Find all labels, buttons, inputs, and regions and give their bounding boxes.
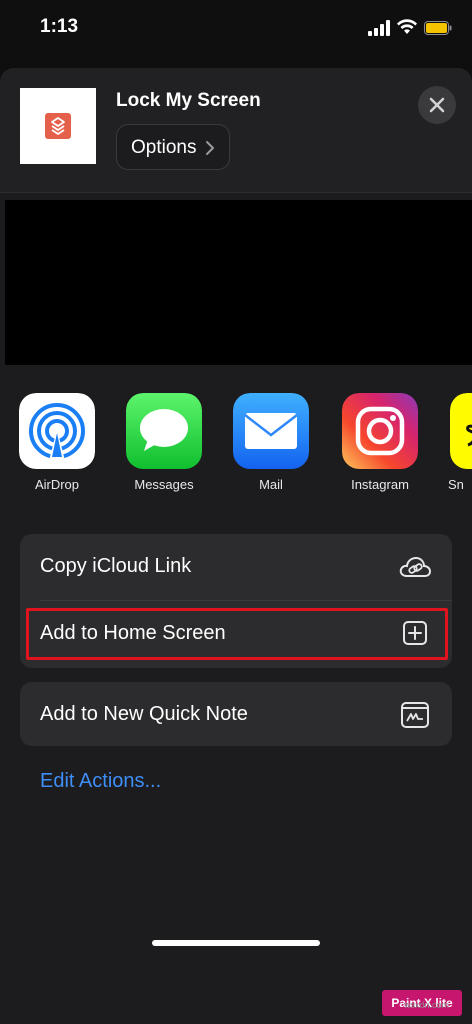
chevron-right-icon	[206, 141, 214, 155]
content-preview	[5, 200, 472, 365]
action-label: Add to New Quick Note	[40, 703, 248, 725]
close-button[interactable]	[418, 86, 456, 124]
shortcut-title: Lock My Screen	[116, 90, 261, 111]
cellular-signal-icon	[368, 20, 390, 36]
edit-actions-link[interactable]: Edit Actions...	[40, 770, 161, 793]
status-time: 1:13	[40, 16, 79, 37]
app-label: Sn	[448, 477, 464, 492]
share-sheet-header: Lock My Screen Options	[0, 68, 472, 193]
watermark-subtitle: wsxdn.com	[404, 1000, 450, 1010]
actions-group: Copy iCloud Link Add to Home Screen	[20, 534, 452, 668]
battery-icon	[424, 21, 452, 35]
home-indicator[interactable]	[152, 940, 320, 946]
quick-note-icon	[401, 702, 429, 728]
options-label: Options	[131, 137, 197, 158]
highlight-annotation	[26, 608, 448, 660]
instagram-icon	[342, 393, 418, 469]
airdrop-icon	[19, 393, 95, 469]
messages-icon	[126, 393, 202, 469]
shortcut-thumbnail	[20, 88, 96, 164]
shortcut-icon	[45, 113, 71, 139]
share-sheet: Lock My Screen Options AirDrop Messages …	[0, 68, 472, 1024]
mail-icon	[233, 393, 309, 469]
options-button[interactable]: Options	[116, 124, 230, 170]
share-apps-row: AirDrop Messages Mail Instagram Sn	[0, 393, 472, 503]
app-label: Instagram	[351, 477, 409, 492]
action-label: Copy iCloud Link	[40, 555, 192, 577]
status-bar: 1:13	[0, 0, 472, 60]
action-add-to-quick-note[interactable]: Add to New Quick Note	[20, 682, 452, 746]
wifi-icon	[397, 19, 417, 34]
app-label: Mail	[259, 477, 283, 492]
snapchat-icon	[450, 393, 472, 469]
close-icon	[429, 97, 445, 113]
app-label: AirDrop	[34, 477, 80, 492]
icloud-link-icon	[399, 556, 432, 577]
action-copy-icloud-link[interactable]: Copy iCloud Link	[20, 534, 452, 600]
quick-note-group: Add to New Quick Note	[20, 682, 452, 746]
app-label: Messages	[134, 477, 194, 492]
